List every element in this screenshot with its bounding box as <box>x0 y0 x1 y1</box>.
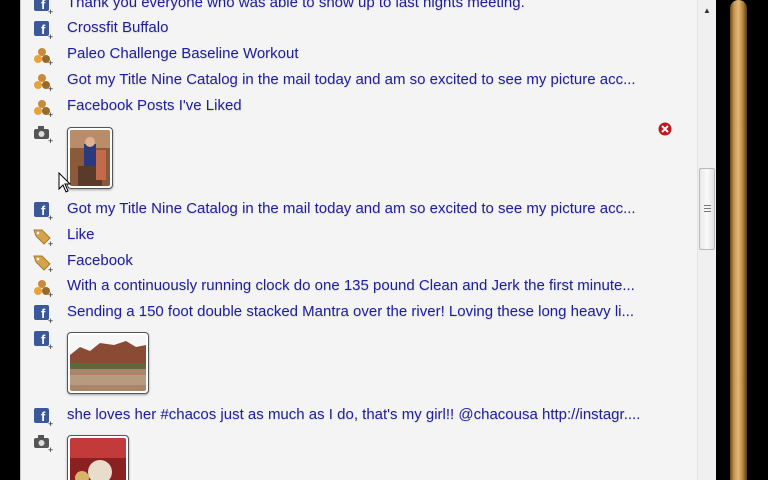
side-panel-edge <box>730 0 747 480</box>
svg-text:f: f <box>41 306 46 321</box>
camera-icon: + <box>34 126 53 144</box>
facebook-icon: f + <box>34 0 53 15</box>
photo-thumbnail[interactable] <box>67 435 129 480</box>
svg-text:+: + <box>48 7 53 15</box>
svg-text:+: + <box>48 342 53 350</box>
list-item[interactable]: + Got my Title Nine Catalog in the mail … <box>21 69 697 93</box>
list-item[interactable]: f + Sending a 150 foot double stacked Ma… <box>21 301 697 325</box>
close-icon[interactable] <box>658 122 672 136</box>
facebook-icon: f + <box>34 21 53 40</box>
item-title[interactable]: Like <box>67 226 95 243</box>
svg-text:+: + <box>48 445 53 453</box>
mouse-cursor-icon <box>58 172 72 193</box>
vertical-scrollbar[interactable]: ▲ <box>697 0 716 480</box>
list-item-photo[interactable]: f + <box>21 327 697 397</box>
list-item-photo[interactable]: + <box>21 430 697 480</box>
scroll-up-arrow-icon[interactable]: ▲ <box>703 6 711 15</box>
list-item-photo[interactable]: + <box>21 121 697 189</box>
svg-text:f: f <box>41 0 46 12</box>
pyramid-icon: + <box>34 74 53 92</box>
svg-text:+: + <box>48 290 53 298</box>
item-title[interactable]: Got my Title Nine Catalog in the mail to… <box>67 71 636 88</box>
item-title[interactable]: Facebook Posts I've Liked <box>67 97 242 114</box>
svg-text:+: + <box>48 58 53 66</box>
item-title[interactable]: Paleo Challenge Baseline Workout <box>67 45 299 62</box>
photo-thumbnail[interactable] <box>67 332 149 394</box>
svg-text:f: f <box>41 22 46 37</box>
item-title[interactable]: Facebook <box>67 252 133 269</box>
svg-text:+: + <box>48 265 53 273</box>
svg-text:+: + <box>48 239 53 247</box>
pyramid-icon: + <box>34 48 53 66</box>
svg-text:+: + <box>48 32 53 40</box>
list-item[interactable]: f + Crossfit Buffalo <box>21 17 697 41</box>
list-item[interactable]: f + she loves her #chacos just as much a… <box>21 404 697 428</box>
list-item[interactable]: + Like <box>21 224 697 248</box>
scrollbar-grip-icon <box>704 205 711 213</box>
svg-text:+: + <box>48 84 53 92</box>
pyramid-icon: + <box>34 100 53 118</box>
list-item[interactable]: f + Thank you everyone who was able to s… <box>21 0 697 16</box>
svg-text:+: + <box>48 110 53 118</box>
svg-text:+: + <box>48 419 53 427</box>
scrollbar-thumb[interactable] <box>699 168 715 250</box>
item-title[interactable]: Crossfit Buffalo <box>67 19 168 36</box>
svg-text:f: f <box>41 332 46 347</box>
facebook-icon: f + <box>34 202 53 221</box>
list-item[interactable]: + Paleo Challenge Baseline Workout <box>21 43 697 67</box>
list-item[interactable]: + Facebook Posts I've Liked <box>21 95 697 119</box>
svg-text:f: f <box>41 203 46 218</box>
camera-icon: + <box>34 435 53 453</box>
item-title[interactable]: Sending a 150 foot double stacked Mantra… <box>67 303 634 320</box>
item-title[interactable]: With a continuously running clock do one… <box>67 277 635 294</box>
list-item[interactable]: + Facebook <box>21 250 697 274</box>
item-title[interactable]: she loves her #chacos just as much as I … <box>67 406 640 423</box>
activity-list-panel: f + Thank you everyone who was able to s… <box>20 0 716 480</box>
list-item[interactable]: f + Got my Title Nine Catalog in the mai… <box>21 198 697 222</box>
svg-text:f: f <box>41 409 46 424</box>
facebook-icon: f + <box>34 408 53 427</box>
item-title[interactable]: Got my Title Nine Catalog in the mail to… <box>67 200 636 217</box>
tag-icon: + <box>33 255 53 273</box>
svg-text:+: + <box>48 213 53 221</box>
tag-icon: + <box>33 229 53 247</box>
photo-thumbnail[interactable] <box>67 127 113 189</box>
list-item[interactable]: + With a continuously running clock do o… <box>21 275 697 299</box>
facebook-icon: f + <box>34 331 53 350</box>
pyramid-icon: + <box>34 280 53 298</box>
svg-text:+: + <box>48 136 53 144</box>
item-title[interactable]: Thank you everyone who was able to show … <box>67 0 525 11</box>
svg-text:+: + <box>48 316 53 324</box>
facebook-icon: f + <box>34 305 53 324</box>
